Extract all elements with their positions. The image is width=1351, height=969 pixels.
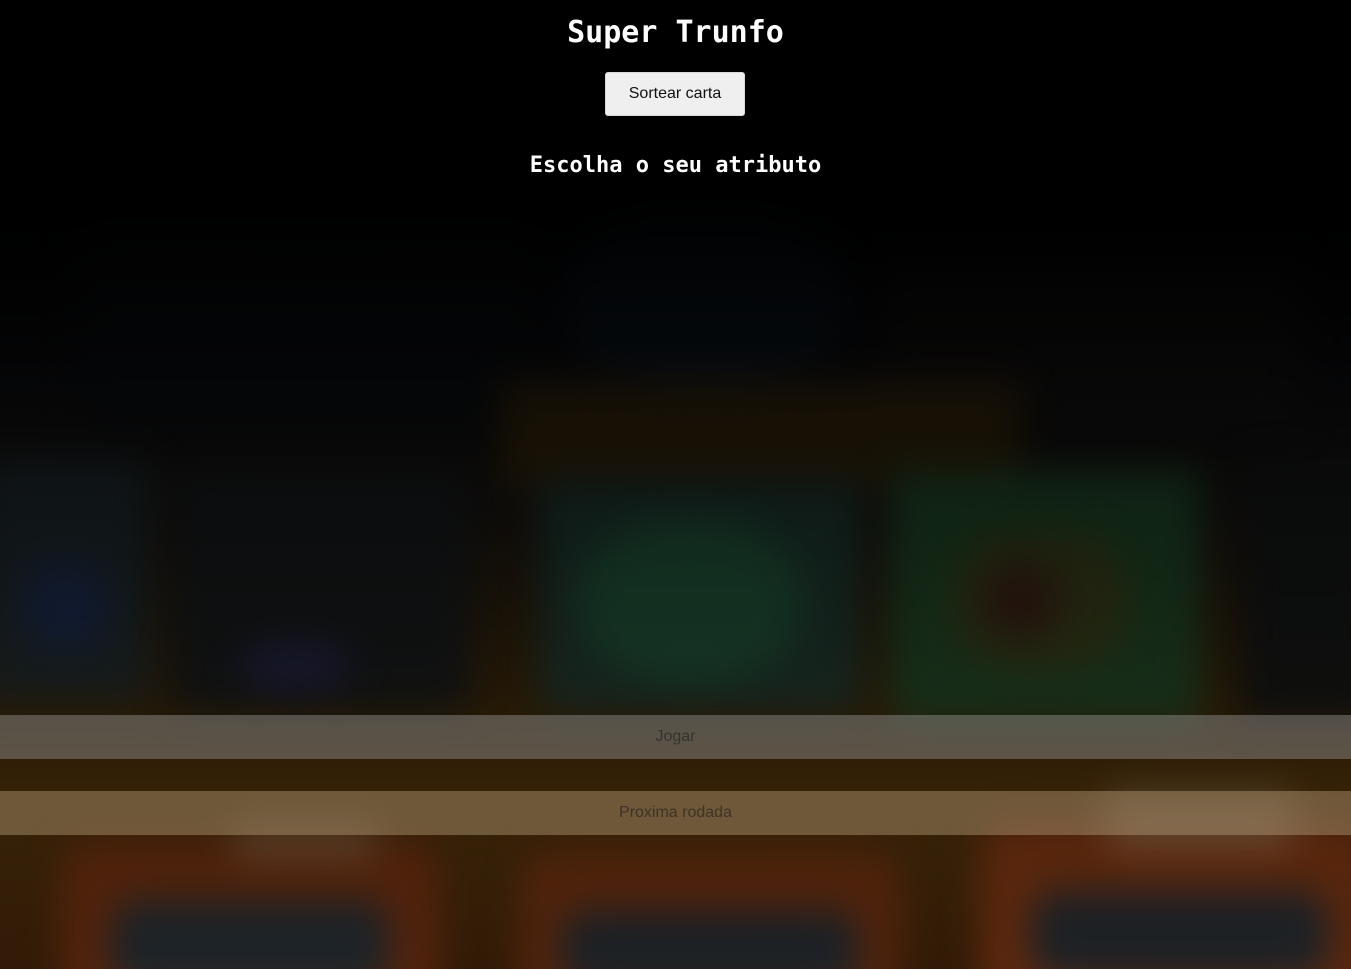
play-button[interactable]: Jogar bbox=[0, 715, 1351, 759]
game-container: Super Trunfo Sortear carta Escolha o seu… bbox=[0, 0, 1351, 969]
draw-card-button[interactable]: Sortear carta bbox=[605, 72, 745, 116]
next-round-button[interactable]: Proxima rodada bbox=[0, 791, 1351, 835]
attribute-heading: Escolha o seu atributo bbox=[529, 153, 822, 178]
page-title: Super Trunfo bbox=[567, 15, 784, 50]
